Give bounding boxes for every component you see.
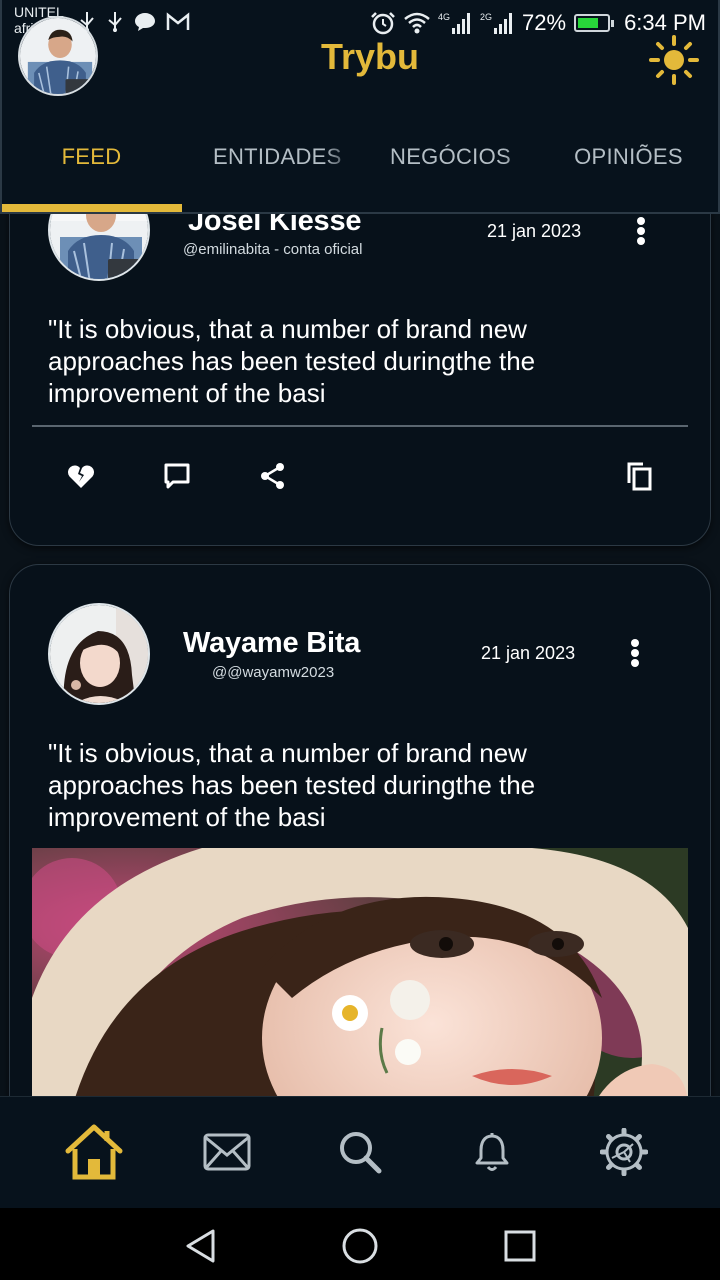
bottom-nav (0, 1096, 720, 1208)
post-text: "It is obvious, that a number of brand n… (48, 738, 536, 832)
more-options-button[interactable] (629, 213, 653, 249)
author-handle[interactable]: @@wayamw2023 (212, 664, 334, 681)
mail-icon[interactable] (195, 1121, 259, 1183)
alarm-icon (371, 12, 395, 35)
post-image[interactable] (32, 848, 688, 1096)
sun-icon[interactable] (648, 34, 700, 86)
home-circle-icon[interactable] (340, 1226, 380, 1266)
gmail-icon (166, 12, 190, 30)
comment-icon[interactable] (160, 459, 194, 493)
settings-icon[interactable] (592, 1121, 656, 1183)
battery-icon (574, 14, 615, 32)
tab-negocios[interactable]: NEGÓCIOS (360, 132, 539, 182)
bell-icon[interactable] (460, 1121, 524, 1183)
author-avatar[interactable] (48, 603, 150, 705)
tab-opinioes[interactable]: OPINIÕES (539, 132, 718, 182)
system-status: 4G 2G 72% 6:34 PM (370, 10, 706, 36)
signal-4g-icon: 4G (438, 12, 471, 34)
broken-heart-icon[interactable] (64, 459, 98, 493)
home-icon[interactable] (62, 1121, 126, 1183)
app-header: UNITEL africell 4G 2G 72 (0, 0, 720, 214)
active-tab-indicator (2, 204, 182, 212)
signal-2g-icon: 2G (480, 12, 513, 34)
author-name[interactable]: Wayame Bita (183, 627, 360, 660)
battery-percent: 72% (522, 10, 567, 35)
tab-feed[interactable]: FEED (2, 132, 181, 182)
battery-fill (578, 18, 599, 28)
copy-icon[interactable] (622, 459, 656, 493)
dot-icon (631, 659, 639, 667)
app-screen: Josel Kiesse @emilinabita - conta oficia… (0, 0, 720, 1280)
system-nav-bar (0, 1208, 720, 1280)
svg-text:4G: 4G (438, 12, 450, 22)
post-card[interactable]: Wayame Bita @@wayamw2023 21 jan 2023 "It… (9, 564, 711, 1096)
app-title: Trybu (320, 36, 419, 77)
post-text: "It is obvious, that a number of brand n… (48, 314, 536, 408)
dot-icon (637, 217, 645, 225)
wifi-icon (404, 12, 430, 34)
clock: 6:34 PM (624, 10, 706, 35)
post-date: 21 jan 2023 (481, 643, 576, 663)
chat-icon (135, 13, 155, 31)
search-icon[interactable] (328, 1121, 392, 1183)
more-options-button[interactable] (623, 635, 647, 671)
recents-icon[interactable] (500, 1226, 540, 1266)
dot-icon (631, 649, 639, 657)
dot-icon (637, 237, 645, 245)
back-icon[interactable] (180, 1226, 220, 1266)
usb-icon (108, 12, 122, 32)
notification-icons (78, 12, 190, 32)
tab-entidades[interactable]: ENTIDADES (181, 132, 360, 182)
svg-text:2G: 2G (480, 12, 492, 22)
post-divider (32, 425, 688, 427)
dot-icon (631, 639, 639, 647)
post-date: 21 jan 2023 (487, 221, 582, 241)
dot-icon (637, 227, 645, 235)
tab-bar: FEED ENTIDADES NEGÓCIOS OPINIÕES (2, 132, 718, 182)
share-icon[interactable] (256, 459, 290, 493)
author-handle[interactable]: @emilinabita - conta oficial (183, 241, 362, 258)
